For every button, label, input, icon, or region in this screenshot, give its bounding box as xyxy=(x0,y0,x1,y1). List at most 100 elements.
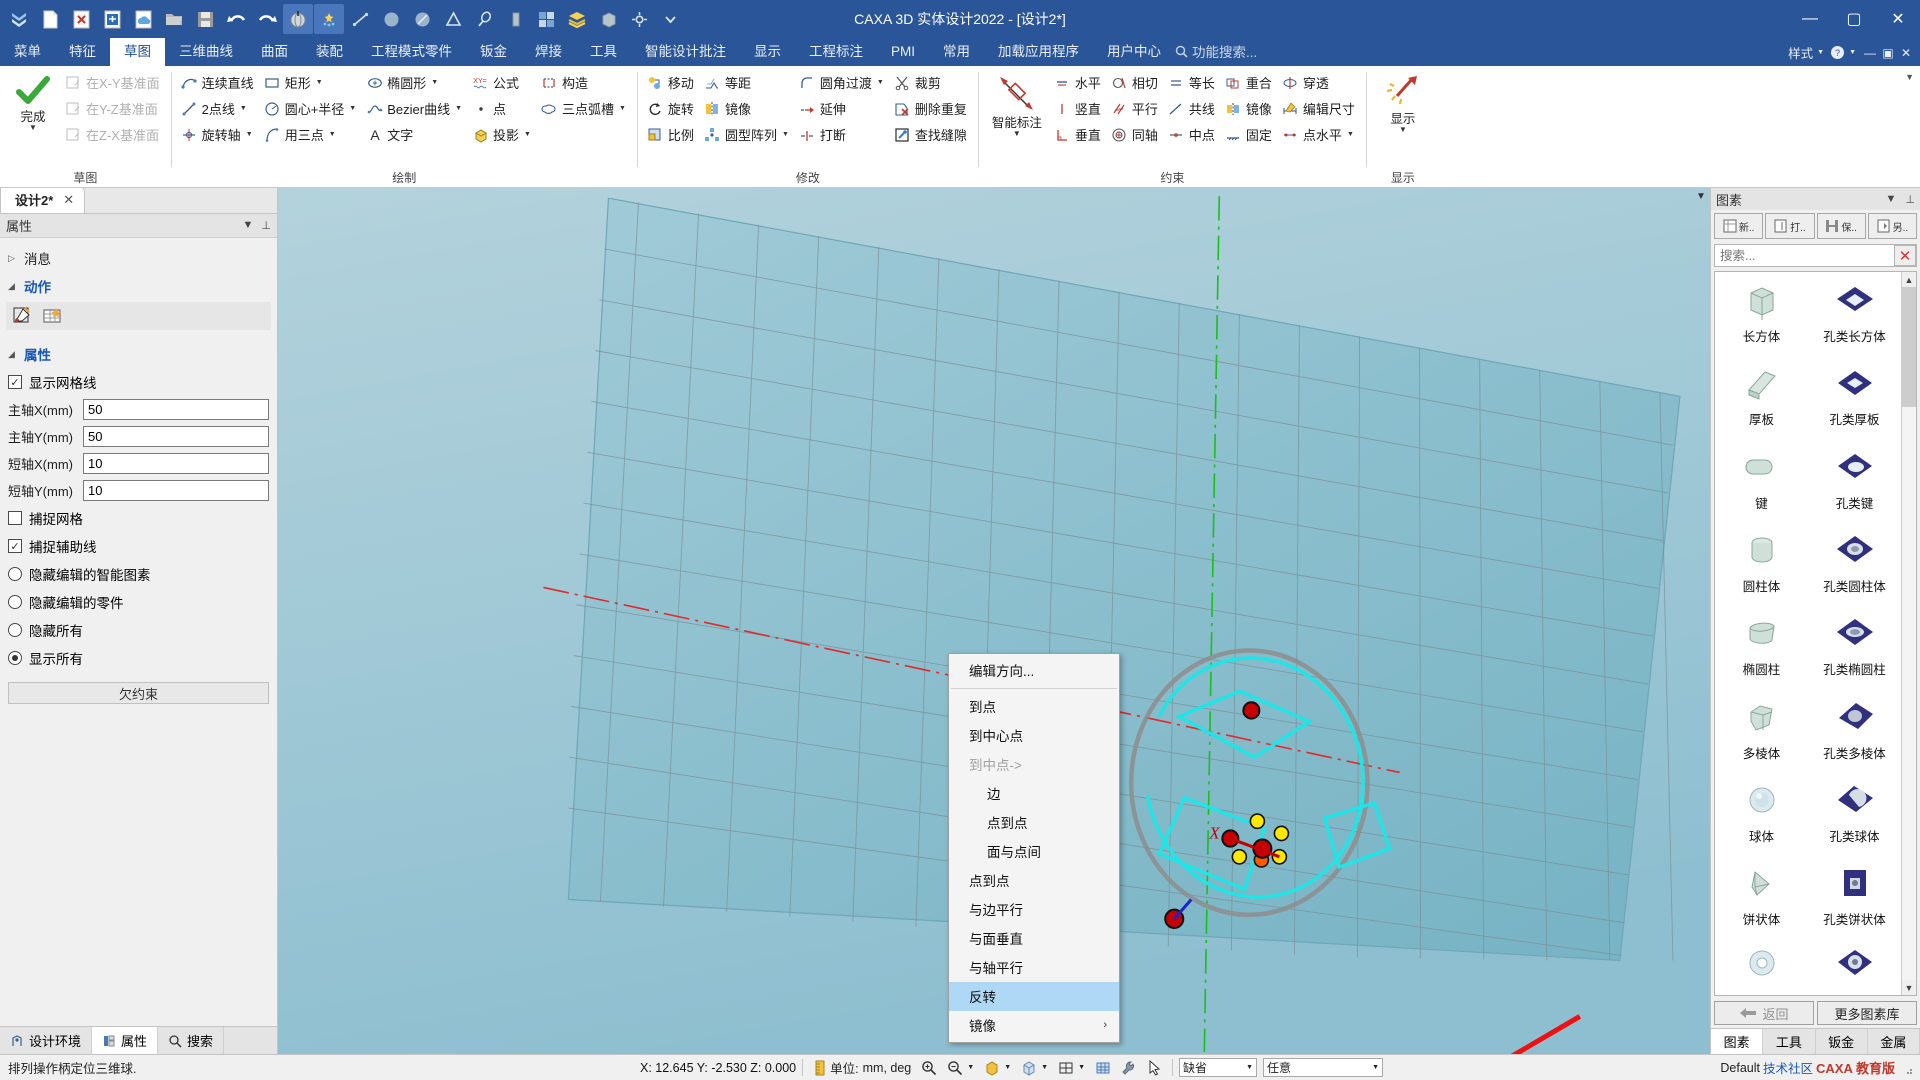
undo-icon[interactable] xyxy=(221,4,251,34)
ellipse-button[interactable]: 椭圆形 ▼ xyxy=(363,70,467,95)
clear-search-icon[interactable]: ✕ xyxy=(1894,245,1916,266)
sketch-on-xy-plane[interactable]: 在X-Y基准面 xyxy=(62,70,165,95)
view-cube-button[interactable]: ▼ xyxy=(1016,1060,1053,1076)
hide-edited-part-row[interactable]: 隐藏编辑的零件 xyxy=(0,588,277,616)
tab-tools[interactable]: 工具 xyxy=(576,38,631,66)
parallel-constraint-button[interactable]: 平行 xyxy=(1108,96,1163,121)
context-menu-item-point-to-point-sub[interactable]: 点到点 xyxy=(949,808,1119,837)
extrude-icon[interactable] xyxy=(500,4,530,34)
scrollbar-thumb[interactable] xyxy=(1902,287,1916,407)
bottom-tab-properties[interactable]: 属性 xyxy=(92,1027,159,1054)
viewport-collapse-icon[interactable]: ▼ xyxy=(1694,189,1708,203)
scroll-down-icon[interactable]: ▼ xyxy=(1902,980,1916,995)
shape-item-torus[interactable] xyxy=(1715,943,1808,995)
shape-item-box[interactable]: 长方体 xyxy=(1715,276,1808,359)
shape-item-hole-slab[interactable]: 孔类厚板 xyxy=(1808,359,1901,442)
chevron-down-icon[interactable]: ▼ xyxy=(246,131,253,138)
ribbon-restore-button[interactable]: ▣ xyxy=(1880,46,1896,60)
display-style-button[interactable]: ▼ xyxy=(1053,1060,1090,1076)
finish-sketch-button[interactable]: 完成 ▼ xyxy=(6,70,60,132)
context-menu-item-face-to-point[interactable]: 面与点间 xyxy=(949,837,1119,866)
chevron-down-icon[interactable]: ▼ xyxy=(1078,1064,1085,1071)
bezier-curve-button[interactable]: Bezier曲线 ▼ xyxy=(363,96,467,121)
move-button[interactable]: 移动 xyxy=(644,70,699,95)
shape-library-search[interactable]: ✕ xyxy=(1714,244,1917,267)
shape-item-hole-cylinder[interactable]: 孔类圆柱体 xyxy=(1808,526,1901,609)
find-gap-button[interactable]: 查找缝隙 xyxy=(891,122,972,147)
horizontal-constraint-button[interactable]: 水平 xyxy=(1051,70,1106,95)
ellipse-tool-icon[interactable] xyxy=(407,4,437,34)
context-menu-item-point-to-point[interactable]: 点到点 xyxy=(949,866,1119,895)
panel-pin-icon[interactable]: ⊥ xyxy=(1905,193,1915,206)
chevron-down-icon[interactable]: ▼ xyxy=(1041,1064,1048,1071)
tab-engineering-dimension[interactable]: 工程标注 xyxy=(795,38,877,66)
hide-all-radio[interactable] xyxy=(8,623,22,637)
display-caret[interactable]: ▼ xyxy=(1399,126,1407,134)
close-button[interactable]: ✕ xyxy=(1876,0,1920,38)
maximize-button[interactable]: ▢ xyxy=(1832,0,1876,38)
panel-caret-icon[interactable]: ▼ xyxy=(1886,193,1897,206)
panel-pin-icon[interactable]: ⊥ xyxy=(261,219,271,232)
tab-engineering-part[interactable]: 工程模式零件 xyxy=(357,38,466,66)
context-menu-item-edit-direction[interactable]: 编辑方向... xyxy=(949,656,1119,685)
ribbon-minimize-button[interactable]: — xyxy=(1862,46,1878,60)
tab-welding[interactable]: 焊接 xyxy=(521,38,576,66)
tree-row-action[interactable]: ◢ 动作 xyxy=(0,272,277,300)
vertical-constraint-button[interactable]: 竖直 xyxy=(1051,96,1106,121)
shape-item-polyhedron[interactable]: 多棱体 xyxy=(1715,693,1808,776)
minor-axis-x-input[interactable] xyxy=(83,453,269,474)
shape-item-hole-wedge[interactable]: 孔类饼状体 xyxy=(1808,859,1901,942)
save-icon[interactable] xyxy=(190,4,220,34)
rotation-axis-button[interactable]: 旋转轴 ▼ xyxy=(178,122,259,147)
any-filter-dropdown[interactable]: 任意 ▼ xyxy=(1263,1058,1384,1077)
render-mode-button[interactable]: ▼ xyxy=(979,1060,1016,1076)
major-axis-y-input[interactable] xyxy=(83,426,269,447)
fix-constraint-button[interactable]: 固定 xyxy=(1222,122,1277,147)
library-save-as-button[interactable]: 另.. xyxy=(1867,213,1917,239)
pierce-constraint-button[interactable]: 穿透 xyxy=(1279,70,1360,95)
snap-guideline-checkbox[interactable]: ✓ xyxy=(8,539,22,553)
selection-filter-dropdown[interactable]: 缺省 ▼ xyxy=(1179,1058,1258,1077)
hide-edited-smart-shape-radio[interactable] xyxy=(8,567,22,581)
feature-icon[interactable] xyxy=(531,4,561,34)
point-button[interactable]: 点 xyxy=(469,96,536,121)
tab-menu[interactable]: 菜单 xyxy=(0,38,55,66)
tab-smart-annotation[interactable]: 智能设计批注 xyxy=(631,38,740,66)
chevron-down-icon[interactable]: ▼ xyxy=(782,131,789,138)
shape-item-sphere[interactable]: 球体 xyxy=(1715,776,1808,859)
minimize-button[interactable]: — xyxy=(1788,0,1832,38)
shape-item-hole-box[interactable]: 孔类长方体 xyxy=(1808,276,1901,359)
equal-constraint-button[interactable]: 等长 xyxy=(1165,70,1220,95)
app-logo-icon[interactable] xyxy=(4,4,34,34)
chevron-down-icon[interactable]: ▼ xyxy=(619,105,626,112)
zoom-in-button[interactable] xyxy=(916,1060,942,1076)
shape-library-search-input[interactable] xyxy=(1715,248,1894,263)
unit-display[interactable]: 单位: mm, deg xyxy=(809,1058,916,1077)
style-selector[interactable]: 样式 ▼ xyxy=(1788,43,1824,66)
function-search[interactable]: 功能搜索... xyxy=(1175,41,1257,66)
tree-row-message[interactable]: ▷ 消息 xyxy=(0,244,277,272)
tab-sketch[interactable]: 草图 xyxy=(110,38,165,66)
circle-center-radius-button[interactable]: 圆心+半径 ▼ xyxy=(261,96,362,121)
display-button[interactable]: 显示 ▼ xyxy=(1373,70,1433,134)
chevron-down-icon[interactable]: ▼ xyxy=(1347,131,1354,138)
library-save-button[interactable]: 保.. xyxy=(1816,213,1866,239)
two-point-line-button[interactable]: 2点线 ▼ xyxy=(178,96,259,121)
bottom-tab-search[interactable]: 搜索 xyxy=(158,1027,225,1054)
snap-guideline-checkbox-row[interactable]: ✓ 捕捉辅助线 xyxy=(0,532,277,560)
hide-all-row[interactable]: 隐藏所有 xyxy=(0,616,277,644)
context-menu-item-perpendicular-to-face[interactable]: 与面垂直 xyxy=(949,924,1119,953)
hide-edited-smart-shape-row[interactable]: 隐藏编辑的智能图素 xyxy=(0,560,277,588)
shape-item-cylinder[interactable]: 圆柱体 xyxy=(1715,526,1808,609)
three-point-arc-button[interactable]: 用三点 ▼ xyxy=(261,122,362,147)
chevron-down-icon[interactable]: ◢ xyxy=(8,281,18,292)
chevron-down-icon[interactable]: ▼ xyxy=(431,79,438,86)
rectangle-button[interactable]: 矩形 ▼ xyxy=(261,70,362,95)
angle-tool-icon[interactable] xyxy=(438,4,468,34)
context-menu-item-reverse[interactable]: 反转 xyxy=(949,982,1119,1011)
show-all-radio[interactable] xyxy=(8,651,22,665)
context-menu-item-parallel-to-axis[interactable]: 与轴平行 xyxy=(949,953,1119,982)
constraint-mirror-button[interactable]: 镜像 xyxy=(1222,96,1277,121)
tab-assembly[interactable]: 装配 xyxy=(302,38,357,66)
chevron-down-icon[interactable]: ▼ xyxy=(1004,1064,1011,1071)
